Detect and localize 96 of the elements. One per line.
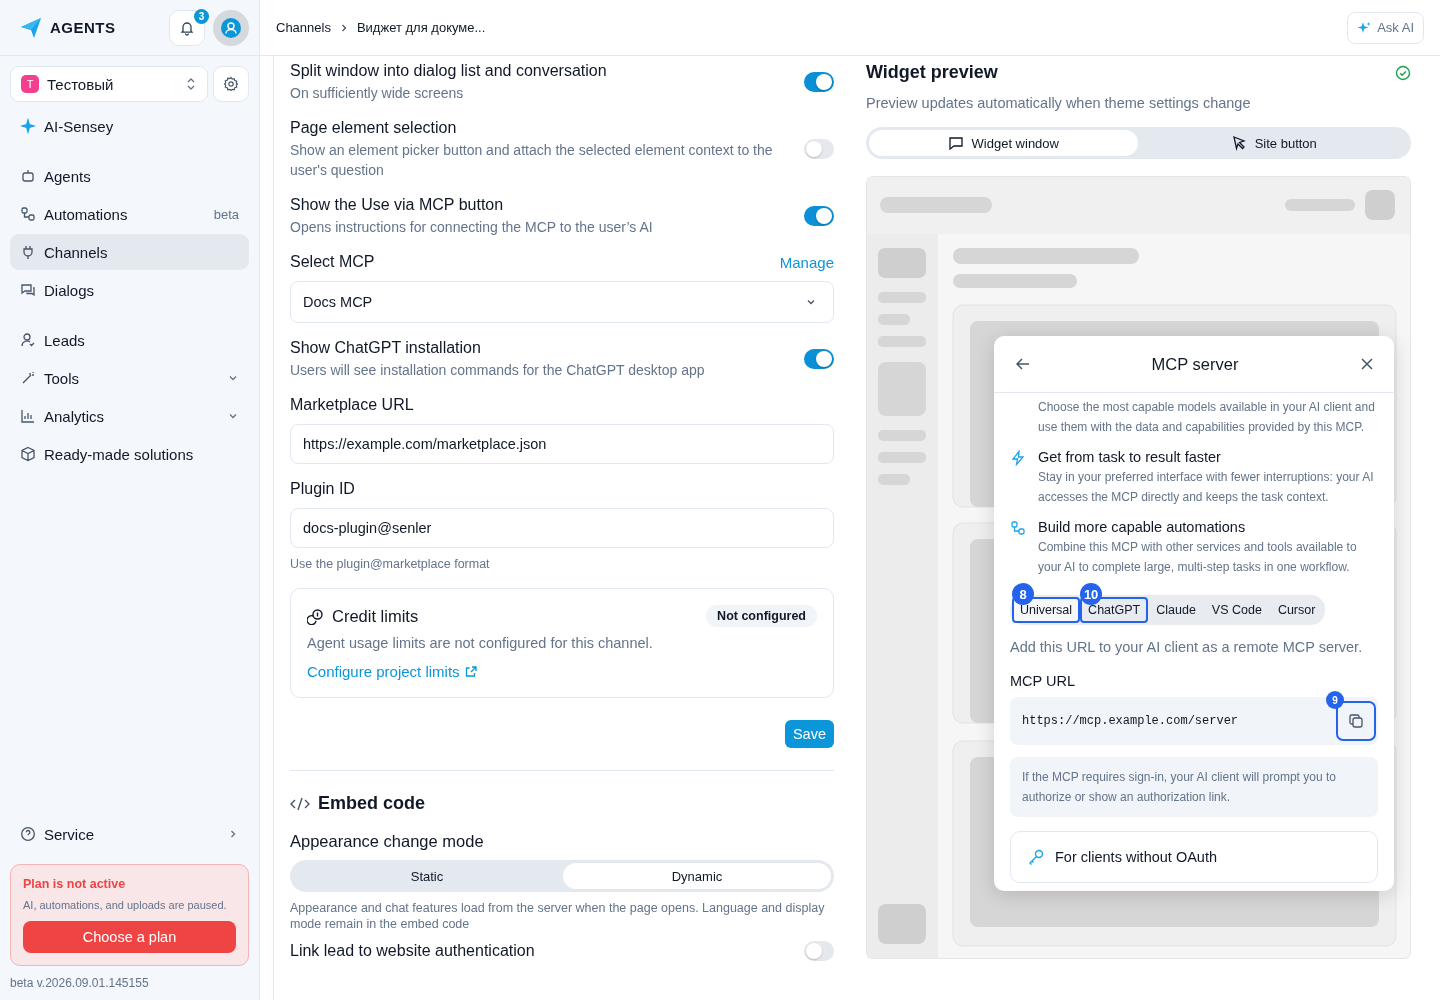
input-field[interactable]: docs-plugin@senler	[290, 508, 834, 548]
annotation-marker: 10	[1080, 583, 1103, 605]
check-circle-icon	[1395, 64, 1411, 81]
annotation-marker: 8	[1012, 583, 1034, 605]
panel-subtitle: Preview updates automatically when theme settings change	[866, 95, 1252, 111]
card-title: Credit limits	[332, 606, 420, 626]
wand-icon	[20, 370, 36, 386]
setting-title: Page element selection	[290, 118, 458, 138]
choose-plan-button[interactable]: Choose a plan	[23, 921, 236, 953]
annotation-marker: 9	[1326, 691, 1344, 709]
version-text: beta v.2026.09.01.145155	[10, 976, 150, 990]
field-hint: Use the plugin@marketplace format	[290, 556, 491, 572]
toggle-switch[interactable]	[804, 205, 834, 226]
settings-icon	[223, 76, 239, 92]
preview-tab[interactable]: Site button	[1139, 130, 1408, 156]
nav-item[interactable]: Tools	[10, 360, 249, 396]
mode-option[interactable]: Dynamic	[563, 863, 831, 889]
status-badge: Not configured	[706, 605, 817, 627]
external-link-icon	[464, 665, 478, 678]
nav-item[interactable]: Dialogs	[10, 272, 249, 308]
chart-icon	[20, 408, 36, 424]
panel-title: Widget preview	[866, 62, 998, 83]
setting-title: Show the Use via MCP button	[290, 195, 505, 215]
setting-description: Show an element picker button and attach the selected element context to the user's question	[290, 141, 774, 180]
cube-icon	[20, 446, 36, 462]
client-tab[interactable]: Cursor	[1269, 597, 1324, 623]
nav-item[interactable]: Channels	[10, 234, 249, 270]
plan-title: Plan is not active	[23, 877, 127, 891]
client-tab[interactable]: Claude	[1148, 597, 1204, 623]
cursor-icon	[1230, 135, 1247, 151]
info-note: If the MCP requires sign-in, your AI client will prompt you to authorize or show an authorization link.	[1010, 757, 1378, 817]
ask-ai-button[interactable]: Ask AI	[1347, 11, 1424, 44]
bell-icon	[179, 19, 195, 36]
nav-item[interactable]: Ready-made solutions	[10, 436, 249, 472]
service-item[interactable]: Service	[10, 816, 249, 852]
sort-arrows-icon	[185, 77, 197, 91]
brand-name: AGENTS	[50, 19, 116, 36]
setting-title: Select MCP	[290, 252, 375, 272]
coins-icon	[307, 607, 324, 625]
code-icon	[290, 795, 310, 812]
url-label: MCP URL	[1010, 673, 1076, 689]
chat-icon	[947, 135, 964, 151]
mode-note: Appearance and chat features load from the server when the page opens. Language and display mode remain in the embed code	[290, 900, 826, 932]
field-label: Plugin ID	[290, 479, 356, 499]
toggle-switch[interactable]	[804, 71, 834, 92]
nav-item[interactable]: Leads	[10, 322, 249, 358]
notification-count: 3	[194, 9, 209, 24]
settings-button[interactable]	[213, 66, 249, 102]
feature-description: Combine this MCP with other services and tools available to your AI to complete large, multi-step tasks in one workflow.	[1038, 539, 1358, 576]
feature-title: Get from task to result faster	[1038, 448, 1222, 467]
flow-icon	[20, 206, 36, 222]
sparkle-icon	[20, 118, 36, 134]
setting-title: Show ChatGPT installation	[290, 338, 482, 358]
project-selector[interactable]: T Тестовый	[10, 66, 208, 102]
user-icon	[221, 17, 241, 38]
user-icon	[20, 332, 36, 348]
oauth-card[interactable]: For clients without OAuth	[1010, 831, 1378, 883]
mode-option[interactable]: Static	[293, 863, 561, 889]
feature-description: Choose the most capable models available in your AI client and use them with the data and capabilities provided by this MCP.	[1037, 399, 1376, 436]
setting-description: On sufficiently wide screens	[290, 84, 465, 103]
mcp-select[interactable]: Docs MCP	[290, 281, 834, 323]
card-description: Agent usage limits are not configured for this channel.	[307, 635, 654, 651]
breadcrumb[interactable]: Виджет для докуме...	[356, 20, 486, 35]
nav-item[interactable]: Analytics	[10, 398, 249, 434]
lightning-icon	[1010, 450, 1026, 466]
user-avatar[interactable]	[213, 9, 249, 46]
key-icon	[1027, 848, 1045, 866]
chat-icon	[20, 282, 36, 298]
help-icon	[20, 826, 36, 842]
nav-item[interactable]: Automations beta	[10, 196, 249, 232]
copy-icon	[1348, 713, 1364, 729]
field-label: Marketplace URL	[290, 395, 415, 415]
plan-text: AI, automations, and uploads are paused.	[23, 898, 228, 913]
flow-icon	[1010, 520, 1026, 536]
toggle-switch[interactable]	[804, 138, 834, 159]
notifications-button[interactable]	[169, 9, 205, 46]
plug-icon	[20, 244, 36, 260]
toggle-switch[interactable]	[804, 348, 834, 369]
client-tab[interactable]: VS Code	[1203, 597, 1270, 623]
feature-title: Build more capable automations	[1038, 518, 1247, 537]
feature-description: Stay in your preferred interface with fewer interruptions: your AI accesses the MCP directly and keeps the task context.	[1038, 469, 1375, 506]
instruction-text: Add this URL to your AI client as a remote MCP server.	[1010, 639, 1364, 655]
setting-title: Appearance change mode	[290, 831, 485, 852]
nav-item[interactable]: AI-Sensey	[10, 108, 249, 144]
setting-title: Split window into dialog list and conversation	[290, 61, 608, 81]
setting-title: Link lead to website authentication	[290, 941, 535, 961]
preview-tab[interactable]: Widget window	[869, 130, 1138, 156]
setting-description: Opens instructions for connecting the MCP to the user’s AI	[290, 218, 654, 237]
section-title: Embed code	[318, 793, 426, 814]
dialog-title: MCP server	[1151, 354, 1239, 374]
robot-icon	[20, 168, 36, 184]
input-field[interactable]: https://example.com/marketplace.json	[290, 424, 834, 464]
nav-item[interactable]: Agents	[10, 158, 249, 194]
setting-description: Users will see installation commands for the ChatGPT desktop app	[290, 361, 706, 380]
breadcrumb[interactable]: Channels	[276, 20, 331, 35]
toggle-switch[interactable]	[804, 941, 834, 961]
